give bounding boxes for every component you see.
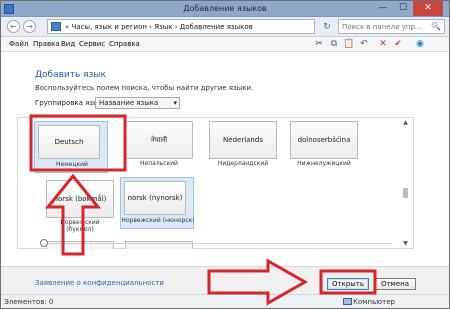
dialog-footer: Заявление о конфиденциальности Открыть О… bbox=[1, 266, 449, 294]
breadcrumb[interactable]: « Часы, язык и регион › Язык › Добавлени… bbox=[47, 19, 315, 34]
open-button[interactable]: Открыть bbox=[327, 278, 369, 290]
language-native-name: नेपाली bbox=[125, 121, 193, 159]
menu-bar: Файл Правка Вид Сервис Справка ✂ ⧉ 📋 ↶ ✕ ✔ ◉ bbox=[1, 37, 449, 52]
maximize-button[interactable]: ☐ bbox=[393, 1, 413, 16]
privacy-statement-link[interactable]: Заявление о конфиденциальности bbox=[35, 279, 164, 287]
language-native-name: Deutsch bbox=[38, 125, 100, 159]
vertical-scrollbar[interactable]: ▲ ▼ bbox=[402, 119, 409, 247]
add-languages-window: Добавление языков — ☐ ✕ ← → « Часы, язык… bbox=[0, 0, 450, 309]
language-name: Нижнелужицкий bbox=[297, 160, 351, 167]
language-tile-norsk-bokmal[interactable]: norsk (bokmål) Норвежский (букмол) bbox=[46, 180, 114, 233]
language-native-name: Nederlands bbox=[209, 121, 277, 159]
paste-icon[interactable]: 📋 bbox=[343, 38, 355, 50]
window-controls: — ☐ ✕ bbox=[373, 1, 443, 17]
language-tile-dolnoserbscina[interactable]: dolnoserbšćina Нижнелужицкий bbox=[290, 121, 358, 171]
breadcrumb-text: « Часы, язык и регион › Язык › Добавлени… bbox=[65, 23, 253, 31]
language-tile-nepali[interactable]: नेपाली Непальский bbox=[125, 121, 193, 171]
undo-icon[interactable]: ↶ bbox=[358, 38, 370, 50]
forward-button[interactable]: → bbox=[23, 20, 36, 33]
folder-icon bbox=[51, 22, 61, 31]
search-box[interactable]: 🔍 bbox=[338, 19, 445, 34]
page-description: Воспользуйтесь полем поиска, чтобы найти… bbox=[35, 84, 254, 92]
search-icon[interactable]: 🔍 bbox=[431, 22, 441, 31]
status-location: Компьютер bbox=[353, 298, 395, 306]
status-bar: Элементов: 0 Компьютер bbox=[1, 294, 449, 308]
check-icon[interactable]: ✔ bbox=[392, 38, 404, 50]
main-content: Добавить язык Воспользуйтесь полем поиск… bbox=[1, 52, 449, 266]
cut-icon[interactable]: ✂ bbox=[313, 38, 325, 50]
language-tile-norsk-nynorsk[interactable]: norsk (nynorsk) Норвежский (нюнорск) bbox=[120, 177, 195, 229]
language-name: Непальский bbox=[140, 160, 178, 167]
minimize-button[interactable]: — bbox=[373, 1, 393, 16]
search-input[interactable] bbox=[342, 21, 430, 32]
scroll-down-icon[interactable]: ▼ bbox=[402, 240, 409, 247]
page-title: Добавить язык bbox=[35, 70, 106, 80]
title-bar: Добавление языков — ☐ ✕ bbox=[1, 1, 449, 17]
menu-edit[interactable]: Правка bbox=[33, 40, 60, 48]
copy-icon[interactable]: ⧉ bbox=[328, 38, 340, 50]
horizontal-scroll-track[interactable] bbox=[44, 243, 392, 244]
language-name: Нидерландский bbox=[217, 160, 269, 167]
chevron-down-icon: ▾ bbox=[173, 99, 177, 107]
delete-icon[interactable]: ✕ bbox=[377, 38, 389, 50]
language-name: Немецкий bbox=[56, 161, 88, 168]
scroll-up-icon[interactable]: ▲ bbox=[402, 119, 409, 126]
language-tile-deutsch[interactable]: Deutsch Немецкий bbox=[34, 121, 108, 173]
menu-tools[interactable]: Сервис bbox=[79, 40, 105, 48]
status-item-count: Элементов: 0 bbox=[4, 298, 54, 306]
menu-view[interactable]: Вид bbox=[61, 40, 75, 48]
menu-file[interactable]: Файл bbox=[9, 40, 28, 48]
language-native-name: norsk (nynorsk) bbox=[124, 181, 186, 215]
refresh-icon[interactable]: ↻ bbox=[321, 21, 333, 33]
language-tile-nederlands[interactable]: Nederlands Нидерландский bbox=[209, 121, 277, 171]
language-list[interactable]: Deutsch Немецкий नेपाली Непальский Neder… bbox=[17, 117, 414, 249]
back-button[interactable]: ← bbox=[7, 20, 20, 33]
computer-icon bbox=[343, 298, 352, 305]
close-button[interactable]: ✕ bbox=[413, 1, 443, 16]
language-name: Норвежский (букмол) bbox=[60, 219, 100, 233]
grouping-select[interactable]: Название языка ▾ bbox=[95, 97, 180, 109]
globe-icon[interactable]: ◉ bbox=[414, 38, 426, 50]
language-native-name: dolnoserbšćina bbox=[290, 121, 358, 159]
scroll-thumb[interactable] bbox=[403, 188, 408, 198]
cancel-button[interactable]: Отмена bbox=[374, 278, 416, 290]
menu-help[interactable]: Справка bbox=[109, 40, 140, 48]
language-native-name: norsk (bokmål) bbox=[46, 180, 114, 218]
grouping-select-value: Название языка bbox=[99, 99, 159, 107]
horizontal-scroll-handle[interactable] bbox=[40, 239, 48, 247]
address-bar: ← → « Часы, язык и регион › Язык › Добав… bbox=[1, 17, 449, 37]
language-name: Норвежский (нюнорск) bbox=[121, 217, 195, 224]
